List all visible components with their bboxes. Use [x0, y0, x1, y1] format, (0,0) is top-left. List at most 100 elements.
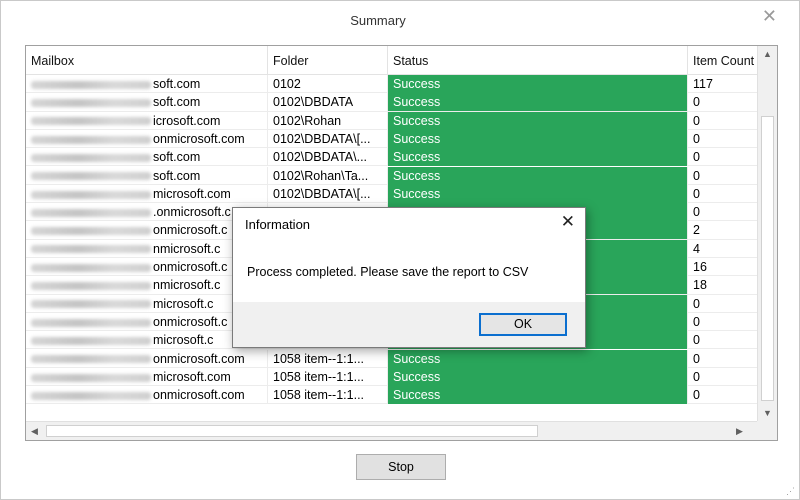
redacted-mailbox: [31, 245, 151, 254]
redacted-mailbox: [31, 135, 151, 144]
item-count-cell: 0: [693, 314, 700, 329]
mailbox-domain-text: onmicrosoft.c: [153, 314, 228, 329]
mailbox-domain-text: .onmicrosoft.c: [153, 205, 231, 220]
redacted-mailbox: [31, 336, 151, 345]
folder-cell: 0102\DBDATA\[...: [268, 129, 388, 148]
folder-cell: 1058 item--1:1...: [268, 367, 388, 386]
dialog-title: Information: [245, 217, 311, 232]
redacted-mailbox: [31, 318, 151, 327]
redacted-mailbox: [31, 80, 151, 89]
redacted-mailbox: [31, 172, 151, 181]
mailbox-domain-text: soft.com: [153, 95, 201, 110]
table-row[interactable]: microsoft.com 1058 item--1:1... Success 0: [26, 367, 758, 387]
folder-cell: 0102\Rohan: [268, 111, 388, 130]
table-row[interactable]: soft.com 0102\Rohan\Ta... Success 0: [26, 166, 758, 185]
window-title: Summary: [350, 13, 406, 28]
mailbox-domain-text: onmicrosoft.com: [153, 131, 245, 146]
item-count-cell: 0: [693, 150, 700, 165]
mailbox-domain-text: nmicrosoft.c: [153, 241, 221, 256]
mailbox-domain-text: onmicrosoft.com: [153, 351, 245, 366]
mailbox-cell: soft.com: [26, 75, 268, 93]
redacted-mailbox: [31, 391, 151, 400]
status-cell: Success: [388, 129, 688, 148]
stop-button[interactable]: Stop: [356, 454, 446, 480]
folder-cell: 0102\DBDATA\...: [268, 148, 388, 167]
mailbox-domain-text: microsoft.c: [153, 296, 214, 311]
horizontal-scroll-thumb[interactable]: [46, 425, 538, 437]
table-row[interactable]: icrosoft.com 0102\Rohan Success 0: [26, 111, 758, 130]
item-count-cell: 0: [693, 351, 700, 366]
item-count-cell: 0: [693, 388, 700, 403]
mailbox-cell: soft.com: [26, 93, 268, 112]
mailbox-domain-text: onmicrosoft.com: [153, 388, 245, 403]
horizontal-scrollbar[interactable]: ◀ ▶: [26, 421, 758, 440]
status-cell: Success: [388, 386, 688, 405]
table-row[interactable]: soft.com 0102\DBDATA Success 0: [26, 93, 758, 112]
mailbox-domain-text: soft.com: [153, 77, 201, 91]
mailbox-domain-text: microsoft.com: [153, 186, 231, 201]
mailbox-domain-text: microsoft.com: [153, 369, 231, 384]
item-count-cell: 16: [693, 260, 707, 274]
folder-cell: 0102\Rohan\Ta...: [268, 166, 388, 185]
table-row[interactable]: onmicrosoft.com 0102\DBDATA\[... Success 0: [26, 129, 758, 149]
resize-grip-icon[interactable]: ⋰: [786, 486, 795, 497]
item-count-cell: 0: [693, 296, 700, 311]
status-cell: Success: [388, 166, 688, 185]
folder-cell: 1058 item--1:1...: [268, 386, 388, 405]
redacted-mailbox: [31, 373, 151, 382]
dialog-message: Process completed. Please save the repor…: [247, 265, 529, 279]
mailbox-cell: soft.com: [26, 166, 268, 185]
dialog-close-icon[interactable]: ✕: [561, 212, 575, 232]
mailbox-cell: microsoft.com: [26, 184, 268, 203]
vertical-scroll-thumb[interactable]: [761, 116, 774, 401]
redacted-mailbox: [31, 208, 151, 217]
scroll-left-icon[interactable]: ◀: [26, 422, 43, 440]
status-cell: Success: [388, 184, 688, 203]
redacted-mailbox: [31, 190, 151, 199]
column-header-mailbox[interactable]: Mailbox: [26, 46, 268, 75]
table-row[interactable]: microsoft.com 0102\DBDATA\[... Success 0: [26, 184, 758, 204]
scroll-right-icon[interactable]: ▶: [731, 422, 748, 440]
ok-button[interactable]: OK: [479, 313, 567, 336]
item-count-cell: 117: [693, 77, 713, 91]
mailbox-domain-text: onmicrosoft.c: [153, 223, 228, 238]
item-count-cell: 0: [693, 131, 700, 146]
table-row[interactable]: onmicrosoft.com 1058 item--1:1... Success 0: [26, 386, 758, 405]
item-count-cell: 0: [693, 95, 700, 110]
mailbox-domain-text: soft.com: [153, 168, 201, 183]
redacted-mailbox: [31, 300, 151, 309]
item-count-cell: 0: [693, 205, 700, 220]
item-count-cell: 0: [693, 333, 700, 348]
mailbox-domain-text: icrosoft.com: [153, 113, 221, 128]
vertical-scrollbar[interactable]: ▲ ▼: [757, 46, 777, 422]
scroll-up-icon[interactable]: ▲: [758, 46, 777, 63]
table-row[interactable]: onmicrosoft.com 1058 item--1:1... Success 0: [26, 349, 758, 368]
mailbox-cell: onmicrosoft.com: [26, 349, 268, 368]
mailbox-cell: onmicrosoft.com: [26, 386, 268, 405]
column-header-item-count[interactable]: Item Count: [688, 46, 758, 75]
status-cell: Success: [388, 75, 688, 93]
table-row[interactable]: soft.com 0102\DBDATA\... Success 0: [26, 148, 758, 167]
mailbox-cell: soft.com: [26, 148, 268, 167]
item-count-cell: 0: [693, 186, 700, 201]
redacted-mailbox: [31, 263, 151, 272]
dialog-footer: OK: [233, 302, 585, 347]
grid-header: Mailbox Folder Status Item Count: [26, 46, 758, 75]
information-dialog: Information ✕ Process completed. Please …: [232, 207, 586, 348]
redacted-mailbox: [31, 153, 151, 162]
folder-cell: 1058 item--1:1...: [268, 349, 388, 368]
item-count-cell: 18: [693, 278, 707, 293]
mailbox-domain-text: onmicrosoft.c: [153, 260, 228, 274]
item-count-cell: 4: [693, 241, 700, 256]
mailbox-domain-text: microsoft.c: [153, 333, 214, 348]
status-cell: Success: [388, 349, 688, 368]
column-header-status[interactable]: Status: [388, 46, 688, 75]
window-close-icon[interactable]: ✕: [762, 6, 777, 27]
status-cell: Success: [388, 367, 688, 386]
mailbox-domain-text: nmicrosoft.c: [153, 278, 221, 293]
column-header-folder[interactable]: Folder: [268, 46, 388, 75]
redacted-mailbox: [31, 99, 151, 107]
table-row[interactable]: soft.com 0102 Success 117: [26, 75, 758, 94]
scroll-down-icon[interactable]: ▼: [758, 405, 777, 422]
mailbox-cell: microsoft.com: [26, 367, 268, 386]
